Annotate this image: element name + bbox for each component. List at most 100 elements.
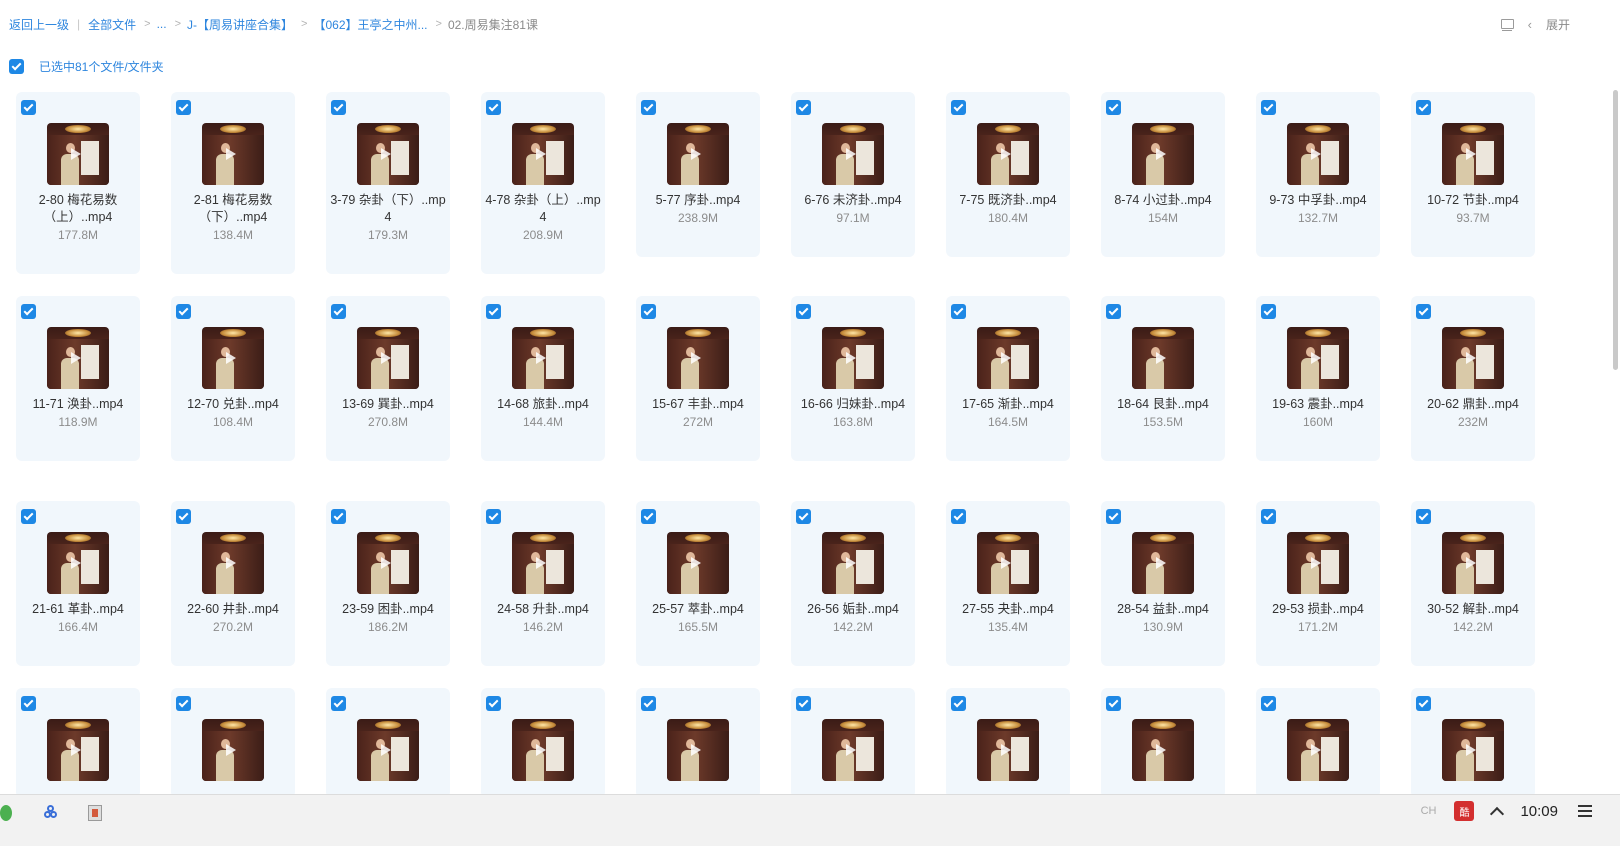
video-thumbnail[interactable]: [1287, 532, 1349, 594]
file-card[interactable]: 29-53 损卦..mp4 171.2M: [1256, 501, 1380, 666]
file-card[interactable]: 18-64 艮卦..mp4 153.5M: [1101, 296, 1225, 461]
file-card[interactable]: [326, 688, 450, 798]
video-thumbnail[interactable]: [1132, 532, 1194, 594]
file-card[interactable]: 20-62 鼎卦..mp4 232M: [1411, 296, 1535, 461]
file-card[interactable]: [1411, 688, 1535, 798]
file-card[interactable]: 19-63 震卦..mp4 160M: [1256, 296, 1380, 461]
file-checkbox[interactable]: [951, 304, 966, 319]
video-thumbnail[interactable]: [47, 719, 109, 781]
video-thumbnail[interactable]: [667, 123, 729, 185]
file-card[interactable]: 9-73 中孚卦..mp4 132.7M: [1256, 92, 1380, 257]
file-card[interactable]: 3-79 杂卦（下）..mp4 179.3M: [326, 92, 450, 274]
file-card[interactable]: 25-57 萃卦..mp4 165.5M: [636, 501, 760, 666]
file-checkbox[interactable]: [1106, 696, 1121, 711]
file-checkbox[interactable]: [796, 509, 811, 524]
video-thumbnail[interactable]: [1287, 123, 1349, 185]
video-thumbnail[interactable]: [1132, 719, 1194, 781]
file-card[interactable]: 12-70 兑卦..mp4 108.4M: [171, 296, 295, 461]
file-card[interactable]: 2-80 梅花易数（上）..mp4 177.8M: [16, 92, 140, 274]
breadcrumb-folder-1[interactable]: J-【周易讲座合集】: [187, 16, 293, 33]
video-thumbnail[interactable]: [667, 719, 729, 781]
app-icon[interactable]: [0, 805, 12, 821]
video-thumbnail[interactable]: [822, 327, 884, 389]
video-thumbnail[interactable]: [822, 123, 884, 185]
file-card[interactable]: 22-60 井卦..mp4 270.2M: [171, 501, 295, 666]
tray-app-icon[interactable]: 酷: [1454, 801, 1475, 821]
video-thumbnail[interactable]: [202, 532, 264, 594]
video-thumbnail[interactable]: [1442, 123, 1504, 185]
video-thumbnail[interactable]: [357, 532, 419, 594]
file-checkbox[interactable]: [796, 304, 811, 319]
file-checkbox[interactable]: [951, 696, 966, 711]
video-thumbnail[interactable]: [977, 532, 1039, 594]
file-checkbox[interactable]: [1106, 304, 1121, 319]
video-thumbnail[interactable]: [667, 327, 729, 389]
video-thumbnail[interactable]: [1442, 532, 1504, 594]
file-checkbox[interactable]: [641, 696, 656, 711]
video-thumbnail[interactable]: [1287, 327, 1349, 389]
file-card[interactable]: [16, 688, 140, 798]
file-checkbox[interactable]: [331, 696, 346, 711]
video-thumbnail[interactable]: [822, 532, 884, 594]
cloud-app-icon[interactable]: [44, 805, 60, 821]
video-thumbnail[interactable]: [357, 327, 419, 389]
file-checkbox[interactable]: [486, 100, 501, 115]
video-thumbnail[interactable]: [202, 123, 264, 185]
video-thumbnail[interactable]: [512, 327, 574, 389]
file-card[interactable]: [481, 688, 605, 798]
notepad-icon[interactable]: [88, 805, 102, 821]
video-thumbnail[interactable]: [202, 719, 264, 781]
file-checkbox[interactable]: [21, 304, 36, 319]
file-checkbox[interactable]: [1106, 100, 1121, 115]
notification-icon[interactable]: [1576, 803, 1594, 819]
video-thumbnail[interactable]: [1442, 327, 1504, 389]
video-thumbnail[interactable]: [512, 719, 574, 781]
show-hidden-icons-icon[interactable]: [1490, 806, 1505, 821]
file-checkbox[interactable]: [1106, 509, 1121, 524]
video-thumbnail[interactable]: [47, 123, 109, 185]
file-checkbox[interactable]: [21, 100, 36, 115]
video-thumbnail[interactable]: [47, 327, 109, 389]
file-card[interactable]: 4-78 杂卦（上）..mp4 208.9M: [481, 92, 605, 274]
file-card[interactable]: 16-66 归妹卦..mp4 163.8M: [791, 296, 915, 461]
file-card[interactable]: 17-65 渐卦..mp4 164.5M: [946, 296, 1070, 461]
file-checkbox[interactable]: [796, 696, 811, 711]
input-method-indicator[interactable]: CH: [1421, 805, 1437, 817]
file-checkbox[interactable]: [1261, 100, 1276, 115]
file-checkbox[interactable]: [176, 100, 191, 115]
file-checkbox[interactable]: [1261, 509, 1276, 524]
chevron-left-icon[interactable]: ‹: [1528, 17, 1532, 32]
breadcrumb-ellipsis[interactable]: ...: [157, 17, 167, 31]
video-thumbnail[interactable]: [512, 532, 574, 594]
file-card[interactable]: [791, 688, 915, 798]
file-checkbox[interactable]: [21, 696, 36, 711]
file-checkbox[interactable]: [331, 509, 346, 524]
file-card[interactable]: [946, 688, 1070, 798]
file-card[interactable]: 21-61 革卦..mp4 166.4M: [16, 501, 140, 666]
select-all-checkbox[interactable]: [9, 59, 24, 74]
file-checkbox[interactable]: [641, 304, 656, 319]
file-card[interactable]: 23-59 困卦..mp4 186.2M: [326, 501, 450, 666]
file-checkbox[interactable]: [486, 304, 501, 319]
file-checkbox[interactable]: [1261, 304, 1276, 319]
file-card[interactable]: [636, 688, 760, 798]
file-checkbox[interactable]: [1416, 100, 1431, 115]
video-thumbnail[interactable]: [1132, 327, 1194, 389]
file-card[interactable]: 7-75 既济卦..mp4 180.4M: [946, 92, 1070, 257]
monitor-icon[interactable]: [1500, 18, 1514, 32]
video-thumbnail[interactable]: [667, 532, 729, 594]
file-checkbox[interactable]: [176, 696, 191, 711]
breadcrumb-folder-2[interactable]: 【062】王亭之中州...: [313, 16, 427, 33]
file-card[interactable]: [1101, 688, 1225, 798]
file-checkbox[interactable]: [21, 509, 36, 524]
video-thumbnail[interactable]: [357, 123, 419, 185]
file-card[interactable]: 26-56 姤卦..mp4 142.2M: [791, 501, 915, 666]
file-card[interactable]: 2-81 梅花易数（下）..mp4 138.4M: [171, 92, 295, 274]
file-card[interactable]: 14-68 旅卦..mp4 144.4M: [481, 296, 605, 461]
file-card[interactable]: 6-76 未济卦..mp4 97.1M: [791, 92, 915, 257]
video-thumbnail[interactable]: [1287, 719, 1349, 781]
file-checkbox[interactable]: [486, 696, 501, 711]
back-link[interactable]: 返回上一级: [9, 16, 69, 33]
video-thumbnail[interactable]: [977, 123, 1039, 185]
all-files-link[interactable]: 全部文件: [88, 16, 136, 33]
